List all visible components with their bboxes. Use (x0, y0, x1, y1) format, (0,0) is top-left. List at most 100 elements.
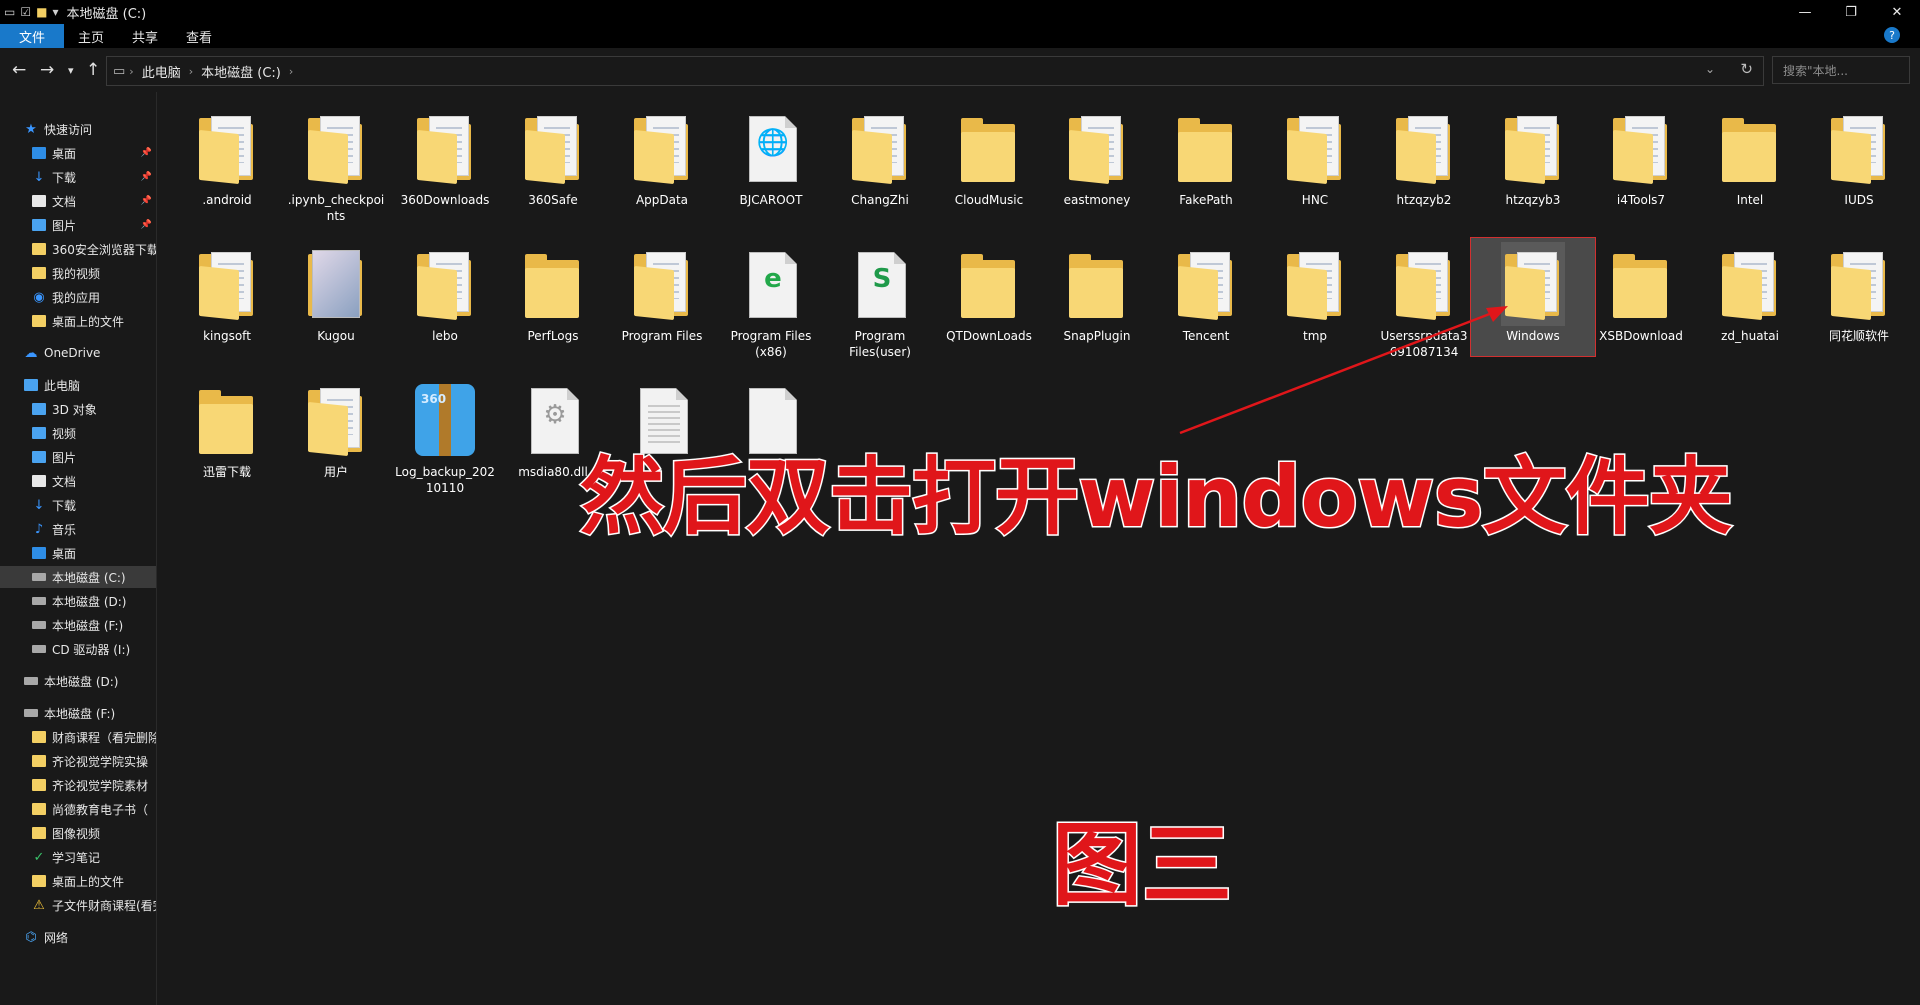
minimize-icon[interactable]: — (1782, 0, 1828, 24)
sidebar-item[interactable]: ◉ 我的应用 (0, 286, 156, 308)
file-item[interactable]: zd_huatai (1700, 242, 1800, 344)
file-item[interactable]: 同花顺软件 (1809, 242, 1909, 344)
pin-icon[interactable]: 📌 (141, 148, 152, 158)
forward-arrow-icon[interactable]: → (40, 60, 54, 80)
file-item[interactable]: Userssrpdata3 691087134 (1374, 242, 1474, 360)
up-arrow-icon[interactable]: ↑ (86, 60, 100, 80)
pin-icon[interactable]: 📌 (141, 196, 152, 206)
file-item[interactable]: lebo (395, 242, 495, 344)
file-item[interactable]: i4Tools7 (1591, 106, 1691, 208)
sidebar-item[interactable]: ⚠ 子文件财商课程(看完 (0, 894, 156, 916)
file-name: ChangZhi (851, 193, 909, 207)
file-item[interactable]: QTDownLoads (939, 242, 1039, 344)
sidebar-item[interactable]: ⌬ 网络 (0, 926, 156, 948)
file-item[interactable]: 360 Log_backup_20210110 (395, 378, 495, 496)
sidebar-item[interactable]: 桌面 📌 (0, 142, 156, 164)
file-item[interactable]: SnapPlugin (1047, 242, 1147, 344)
file-item[interactable]: e Program Files (x86) (721, 242, 821, 360)
sidebar-item[interactable]: 图像视频 (0, 822, 156, 844)
sidebar-item[interactable]: 图片 (0, 446, 156, 468)
expand-ribbon-icon[interactable]: ? (1884, 27, 1900, 43)
recent-locations-icon[interactable]: ▾ (68, 64, 74, 77)
sidebar-item[interactable]: ♪ 音乐 (0, 518, 156, 540)
breadcrumb-this-pc[interactable]: 此电脑 (142, 62, 181, 81)
file-item[interactable]: IUDS (1809, 106, 1909, 208)
properties-icon[interactable]: ☑ (20, 5, 31, 19)
picture-icon (32, 451, 46, 463)
file-item[interactable]: .ipynb_checkpoints (286, 106, 386, 224)
sidebar-item[interactable]: 360安全浏览器下载 (0, 238, 156, 260)
file-item[interactable]: PerfLogs (503, 242, 603, 344)
sidebar-item[interactable]: ↓ 下载 (0, 494, 156, 516)
sidebar-item[interactable]: 齐论视觉学院素材 (0, 774, 156, 796)
chevron-down-icon[interactable]: ⌄ (1705, 62, 1715, 76)
close-icon[interactable]: ✕ (1874, 0, 1920, 24)
tab-file[interactable]: 文件 (0, 24, 65, 48)
file-item[interactable]: HNC (1265, 106, 1365, 208)
file-item[interactable]: htzqzyb2 (1374, 106, 1474, 208)
sidebar-item[interactable]: 齐论视觉学院实操 (0, 750, 156, 772)
restore-icon[interactable]: ❐ (1828, 0, 1874, 24)
sidebar-item[interactable]: 本地磁盘 (F:) (0, 614, 156, 636)
sidebar-item[interactable]: 桌面上的文件 (0, 870, 156, 892)
chevron-right-icon[interactable]: › (289, 65, 293, 78)
file-item[interactable]: Kugou (286, 242, 386, 344)
sidebar-item[interactable]: 桌面 (0, 542, 156, 564)
file-item[interactable]: XSBDownload (1591, 242, 1691, 344)
sidebar-item[interactable]: 文档 (0, 470, 156, 492)
sidebar-item[interactable]: CD 驱动器 (I:) (0, 638, 156, 660)
sidebar-item[interactable]: 本地磁盘 (D:) (0, 670, 156, 692)
sidebar-item[interactable]: 图片 📌 (0, 214, 156, 236)
refresh-icon[interactable]: ↻ (1740, 60, 1753, 78)
file-item[interactable]: .android (177, 106, 277, 208)
sidebar-item[interactable]: 视频 (0, 422, 156, 444)
file-item[interactable]: 迅雷下载 (177, 378, 277, 480)
sidebar-item[interactable]: 我的视频 (0, 262, 156, 284)
new-folder-icon[interactable]: ■ (36, 5, 47, 19)
tab-share[interactable]: 共享 (118, 24, 172, 48)
sidebar-item[interactable]: ☁ OneDrive (0, 342, 156, 364)
file-item[interactable]: eastmoney (1047, 106, 1147, 208)
address-bar[interactable]: ▭ › 此电脑 › 本地磁盘 (C:) › ⌄ ↻ (106, 56, 1764, 86)
chevron-right-icon[interactable]: › (129, 65, 133, 78)
customize-toolbar-icon[interactable]: ▾ (52, 5, 58, 19)
breadcrumb-local-disk-c[interactable]: 本地磁盘 (C:) (201, 62, 281, 81)
file-item[interactable]: FakePath (1156, 106, 1256, 208)
sidebar-item[interactable]: 本地磁盘 (C:) (0, 566, 156, 588)
file-item[interactable]: ChangZhi (830, 106, 930, 208)
tab-view[interactable]: 查看 (172, 24, 226, 48)
file-item[interactable]: AppData (612, 106, 712, 208)
file-item[interactable]: Intel (1700, 106, 1800, 208)
sidebar-item[interactable]: ↓ 下载 📌 (0, 166, 156, 188)
file-item[interactable]: CloudMusic (939, 106, 1039, 208)
sidebar-item[interactable]: ✓ 学习笔记 (0, 846, 156, 868)
file-item[interactable]: 用户 (286, 378, 386, 480)
sidebar-item[interactable]: 本地磁盘 (D:) (0, 590, 156, 612)
sidebar-item[interactable]: 文档 📌 (0, 190, 156, 212)
chevron-right-icon[interactable]: › (189, 65, 193, 78)
search-input[interactable]: 搜索"本地... (1772, 56, 1910, 84)
file-item[interactable]: kingsoft (177, 242, 277, 344)
file-item[interactable]: Tencent (1156, 242, 1256, 344)
file-name: 360Safe (528, 193, 578, 207)
file-item[interactable]: 360Safe (503, 106, 603, 208)
sidebar-item[interactable]: 财商课程（看完删除 (0, 726, 156, 748)
sidebar-item[interactable]: ★ 快速访问 (0, 118, 156, 140)
sidebar-item[interactable]: 本地磁盘 (F:) (0, 702, 156, 724)
folder-icon (957, 106, 1021, 190)
back-arrow-icon[interactable]: ← (12, 60, 26, 80)
file-item[interactable]: 🌐 BJCAROOT (721, 106, 821, 208)
pin-icon[interactable]: 📌 (141, 172, 152, 182)
file-item[interactable]: S Program Files(user) (830, 242, 930, 360)
file-item[interactable]: Windows (1470, 237, 1596, 357)
file-item[interactable]: 360Downloads (395, 106, 495, 208)
sidebar-item[interactable]: 尚德教育电子书（ (0, 798, 156, 820)
file-item[interactable]: htzqzyb3 (1483, 106, 1583, 208)
sidebar-item[interactable]: 桌面上的文件 (0, 310, 156, 332)
file-item[interactable]: tmp (1265, 242, 1365, 344)
file-item[interactable]: Program Files (612, 242, 712, 344)
sidebar-item[interactable]: 此电脑 (0, 374, 156, 396)
sidebar-item[interactable]: 3D 对象 (0, 398, 156, 420)
tab-home[interactable]: 主页 (64, 24, 118, 48)
pin-icon[interactable]: 📌 (141, 220, 152, 230)
